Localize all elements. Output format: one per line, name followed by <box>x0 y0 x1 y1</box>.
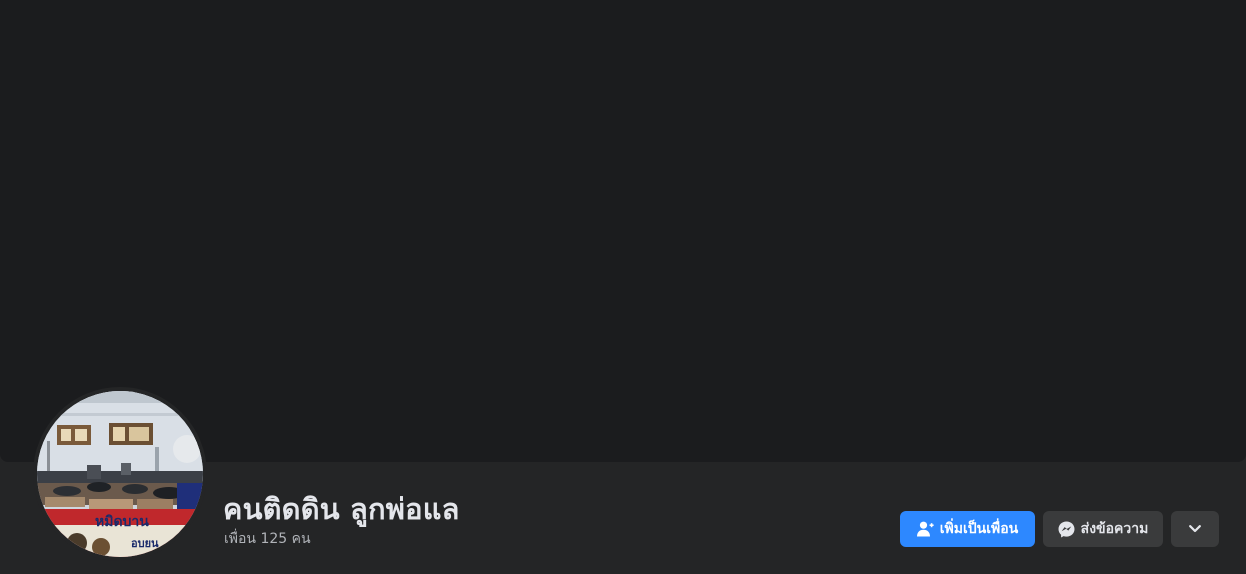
cover-photo[interactable] <box>0 0 1246 462</box>
add-friend-label: เพิ่มเป็นเพื่อน <box>939 521 1019 537</box>
add-friend-button[interactable]: เพิ่มเป็นเพื่อน <box>900 511 1035 547</box>
profile-header: หมิดบาน อบยน คนติดดิน ลูกพ่อแล เพื่อน 12… <box>0 0 1246 574</box>
svg-text:หมิดบาน: หมิดบาน <box>95 514 149 530</box>
more-options-button[interactable] <box>1171 511 1219 547</box>
profile-avatar[interactable]: หมิดบาน อบยน <box>37 391 203 557</box>
profile-name: คนติดดิน ลูกพ่อแล <box>223 492 460 526</box>
messenger-icon <box>1058 521 1075 538</box>
avatar-frame: หมิดบาน อบยน <box>33 387 207 561</box>
friends-count[interactable]: เพื่อน 125 คน <box>224 528 311 550</box>
send-message-button[interactable]: ส่งข้อความ <box>1043 511 1163 547</box>
user-plus-icon <box>916 521 934 537</box>
avatar-image: หมิดบาน อบยน <box>37 391 203 557</box>
chevron-down-icon <box>1189 525 1201 533</box>
svg-text:อบยน: อบยน <box>131 537 159 550</box>
send-message-label: ส่งข้อความ <box>1080 521 1149 537</box>
